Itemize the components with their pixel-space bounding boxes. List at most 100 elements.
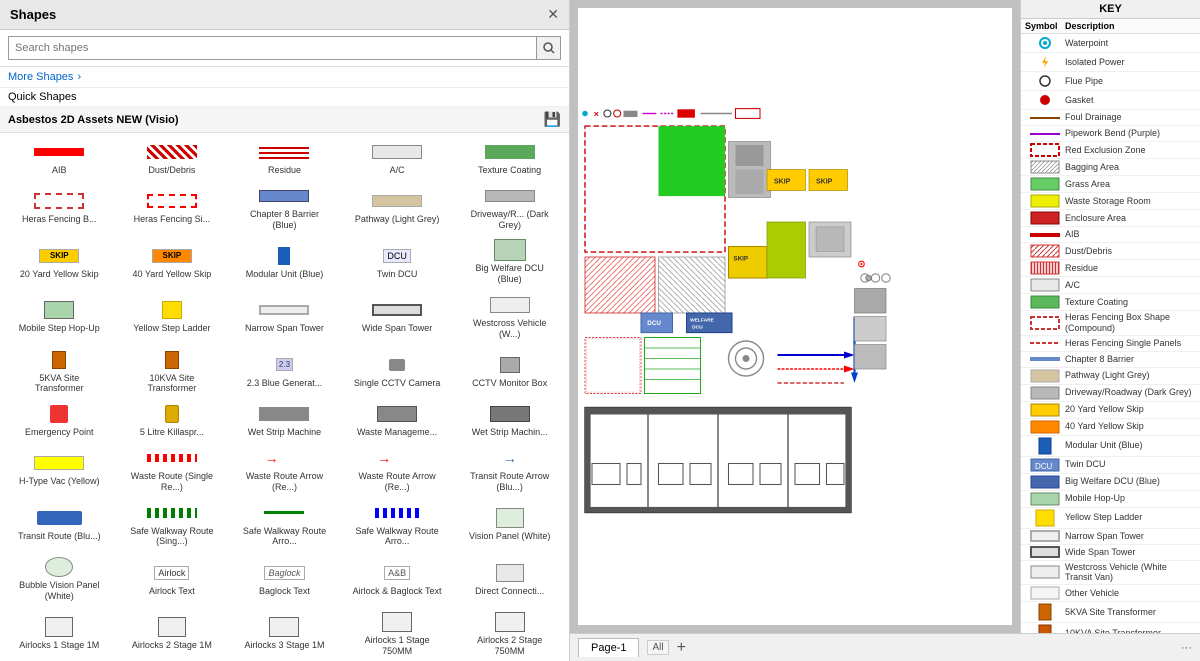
toolbar-circle-red-icon[interactable] — [614, 110, 621, 117]
shape-airlock-baglock[interactable]: A&B Airlock & Baglock Text — [342, 552, 453, 606]
key-desc-grass-area: Grass Area — [1065, 179, 1196, 190]
hatch-red-area — [585, 257, 655, 313]
shape-5litre[interactable]: 5 Litre Killaspr... — [117, 399, 228, 442]
key-symbol-waste-storage — [1025, 194, 1065, 208]
shape-mobile-hop[interactable]: Mobile Step Hop-Up — [4, 290, 115, 344]
drawing-area[interactable]: ✕ — [570, 0, 1020, 633]
toolbar-x-icon[interactable]: ✕ — [593, 111, 599, 118]
shape-40yard[interactable]: SKIP 40 Yard Yellow Skip — [117, 235, 228, 289]
shape-twin-dcu[interactable]: DCU Twin DCU — [342, 235, 453, 289]
toolbar-dashed-border-icon[interactable] — [736, 109, 761, 119]
key-row-other-vehicle: Other Vehicle — [1021, 585, 1200, 602]
gray-inner2 — [736, 170, 764, 195]
key-desc-waste-storage: Waste Storage Room — [1065, 196, 1196, 207]
close-icon[interactable]: ✕ — [547, 6, 559, 23]
shape-waste-arrow-re2[interactable]: Waste Route Arrow (Re...) — [342, 443, 453, 497]
key-desc-gasket: Gasket — [1065, 95, 1196, 106]
red-dot-inner — [586, 339, 639, 392]
shape-safe-blue[interactable]: Safe Walkway Route Arro... — [342, 498, 453, 552]
shape-safe-walkway[interactable]: Safe Walkway Route (Sing...) — [117, 498, 228, 552]
key-desc-dust-debris: Dust/Debris — [1065, 246, 1196, 257]
search-input[interactable] — [8, 36, 537, 60]
shape-bubble-vision[interactable]: Bubble Vision Panel (White) — [4, 552, 115, 606]
shape-big-welfare[interactable]: Big Welfare DCU (Blue) — [454, 235, 565, 289]
shape-waste-manage[interactable]: Waste Manageme... — [342, 399, 453, 442]
toolbar-rect-icon[interactable] — [624, 111, 638, 117]
shape-waste-route-single[interactable]: Waste Route (Single Re...) — [117, 443, 228, 497]
blue-arrow-head — [844, 352, 855, 359]
ellipsis-icon[interactable]: ··· — [1181, 642, 1192, 654]
key-desc-header: Description — [1065, 21, 1196, 31]
add-page-button[interactable]: + — [677, 639, 686, 657]
key-row-twin-dcu: DCU Twin DCU — [1021, 457, 1200, 474]
shape-modular[interactable]: Modular Unit (Blue) — [229, 235, 340, 289]
skip-label-2: SKIP — [816, 179, 833, 186]
shape-transit-route[interactable]: Transit Route (Blu...) — [4, 498, 115, 552]
toolbar-red-rect-icon[interactable] — [677, 109, 695, 117]
shape-emergency-point[interactable]: Emergency Point — [4, 399, 115, 442]
toolbar-circle-icon[interactable] — [604, 110, 611, 117]
shape-vision-panel[interactable]: Vision Panel (White) — [454, 498, 565, 552]
key-row-flue-pipe: Flue Pipe — [1021, 72, 1200, 91]
shape-dustdebris[interactable]: Dust/Debris — [117, 137, 228, 180]
shape-h-type[interactable]: H-Type Vac (Yellow) — [4, 443, 115, 497]
shape-airlocks3-1m[interactable]: Airlocks 3 Stage 1M — [229, 607, 340, 661]
key-row-40yard: 40 Yard Yellow Skip — [1021, 419, 1200, 436]
building-left-wall — [585, 408, 591, 513]
shapes-panel: Shapes ✕ More Shapes › Quick Shapes Asbe… — [0, 0, 570, 661]
shapes-grid: AIB Dust/Debris Residue A/C Texture Coat… — [0, 133, 569, 661]
shape-wet-strip2[interactable]: Wet Strip Machin... — [454, 399, 565, 442]
shape-safe-arrow[interactable]: Safe Walkway Route Arro... — [229, 498, 340, 552]
shape-2-3-blue[interactable]: 2.3 2.3 Blue Generat... — [229, 345, 340, 399]
shape-heras-si[interactable]: Heras Fencing Si... — [117, 181, 228, 235]
shape-pathway[interactable]: Pathway (Light Grey) — [342, 181, 453, 235]
all-button[interactable]: All — [647, 640, 668, 655]
shape-airlocks2-1m[interactable]: Airlocks 2 Stage 1M — [117, 607, 228, 661]
shape-chapter8[interactable]: Chapter 8 Barrier (Blue) — [229, 181, 340, 235]
shape-wet-strip[interactable]: Wet Strip Machine — [229, 399, 340, 442]
shape-residue[interactable]: Residue — [229, 137, 340, 180]
shape-ac[interactable]: A/C — [342, 137, 453, 180]
shape-10kva[interactable]: 10KVA Site Transformer — [117, 345, 228, 399]
more-shapes-row[interactable]: More Shapes › — [0, 67, 569, 88]
shape-direct-conn[interactable]: Direct Connecti... — [454, 552, 565, 606]
shape-waste-arrow-re1[interactable]: Waste Route Arrow (Re...) — [229, 443, 340, 497]
canvas-svg: ✕ — [578, 8, 1012, 625]
shape-baglock-text[interactable]: Baglock Baglock Text — [229, 552, 340, 606]
key-row-ac-key: A/C — [1021, 277, 1200, 294]
shape-yellow-step[interactable]: Yellow Step Ladder — [117, 290, 228, 344]
page-tab-1[interactable]: Page-1 — [578, 638, 639, 657]
key-row-westcross: Westcross Vehicle (White Transit Van) — [1021, 561, 1200, 586]
shape-single-cctv[interactable]: Single CCTV Camera — [342, 345, 453, 399]
save-icon[interactable]: 💾 — [544, 111, 561, 128]
key-row-heras-panels: Heras Fencing Single Panels — [1021, 336, 1200, 352]
shape-wide-span[interactable]: Wide Span Tower — [342, 290, 453, 344]
shape-airlocks1-750[interactable]: Airlocks 1 Stage 750MM — [342, 607, 453, 661]
shape-airlock-text[interactable]: Airlock Airlock Text — [117, 552, 228, 606]
quick-shapes-row: Quick Shapes — [0, 88, 569, 107]
key-row-driveway: Driveway/Roadway (Dark Grey) — [1021, 385, 1200, 402]
shapes-header: Shapes ✕ — [0, 0, 569, 30]
shape-narrow-span[interactable]: Narrow Span Tower — [229, 290, 340, 344]
key-symbol-chapter8 — [1025, 355, 1065, 363]
shape-aib[interactable]: AIB — [4, 137, 115, 180]
key-header: KEY — [1021, 0, 1200, 19]
shape-cctv-monitor-box[interactable]: CCTV Monitor Box — [454, 345, 565, 399]
shape-heras-fencing-b[interactable]: Heras Fencing B... — [4, 181, 115, 235]
dcu-welfare-label1: WELFARE — [690, 317, 715, 323]
shape-transit-route-arrow[interactable]: → Transit Route Arrow (Blu...) — [454, 443, 565, 497]
key-row-wide-span: Wide Span Tower — [1021, 545, 1200, 561]
shapes-row: AIB Dust/Debris Residue A/C Texture Coat… — [4, 137, 565, 180]
key-symbol-header: Symbol — [1025, 21, 1065, 31]
shape-texture[interactable]: Texture Coating — [454, 137, 565, 180]
search-button[interactable] — [537, 36, 561, 60]
key-desc-red-exclusion: Red Exclusion Zone — [1065, 145, 1196, 156]
shapes-row: Emergency Point 5 Litre Killaspr... Wet … — [4, 399, 565, 442]
shape-5kva[interactable]: 5KVA Site Transformer — [4, 345, 115, 399]
shape-airlocks2-750[interactable]: Airlocks 2 Stage 750MM — [454, 607, 565, 661]
shape-driveway[interactable]: Driveway/R... (Dark Grey) — [454, 181, 565, 235]
shape-airlocks1-1m[interactable]: Airlocks 1 Stage 1M — [4, 607, 115, 661]
shape-westcross[interactable]: Westcross Vehicle (W...) — [454, 290, 565, 344]
toolbar-waterpoint-icon[interactable] — [582, 111, 588, 117]
shape-20yard[interactable]: SKIP 20 Yard Yellow Skip — [4, 235, 115, 289]
